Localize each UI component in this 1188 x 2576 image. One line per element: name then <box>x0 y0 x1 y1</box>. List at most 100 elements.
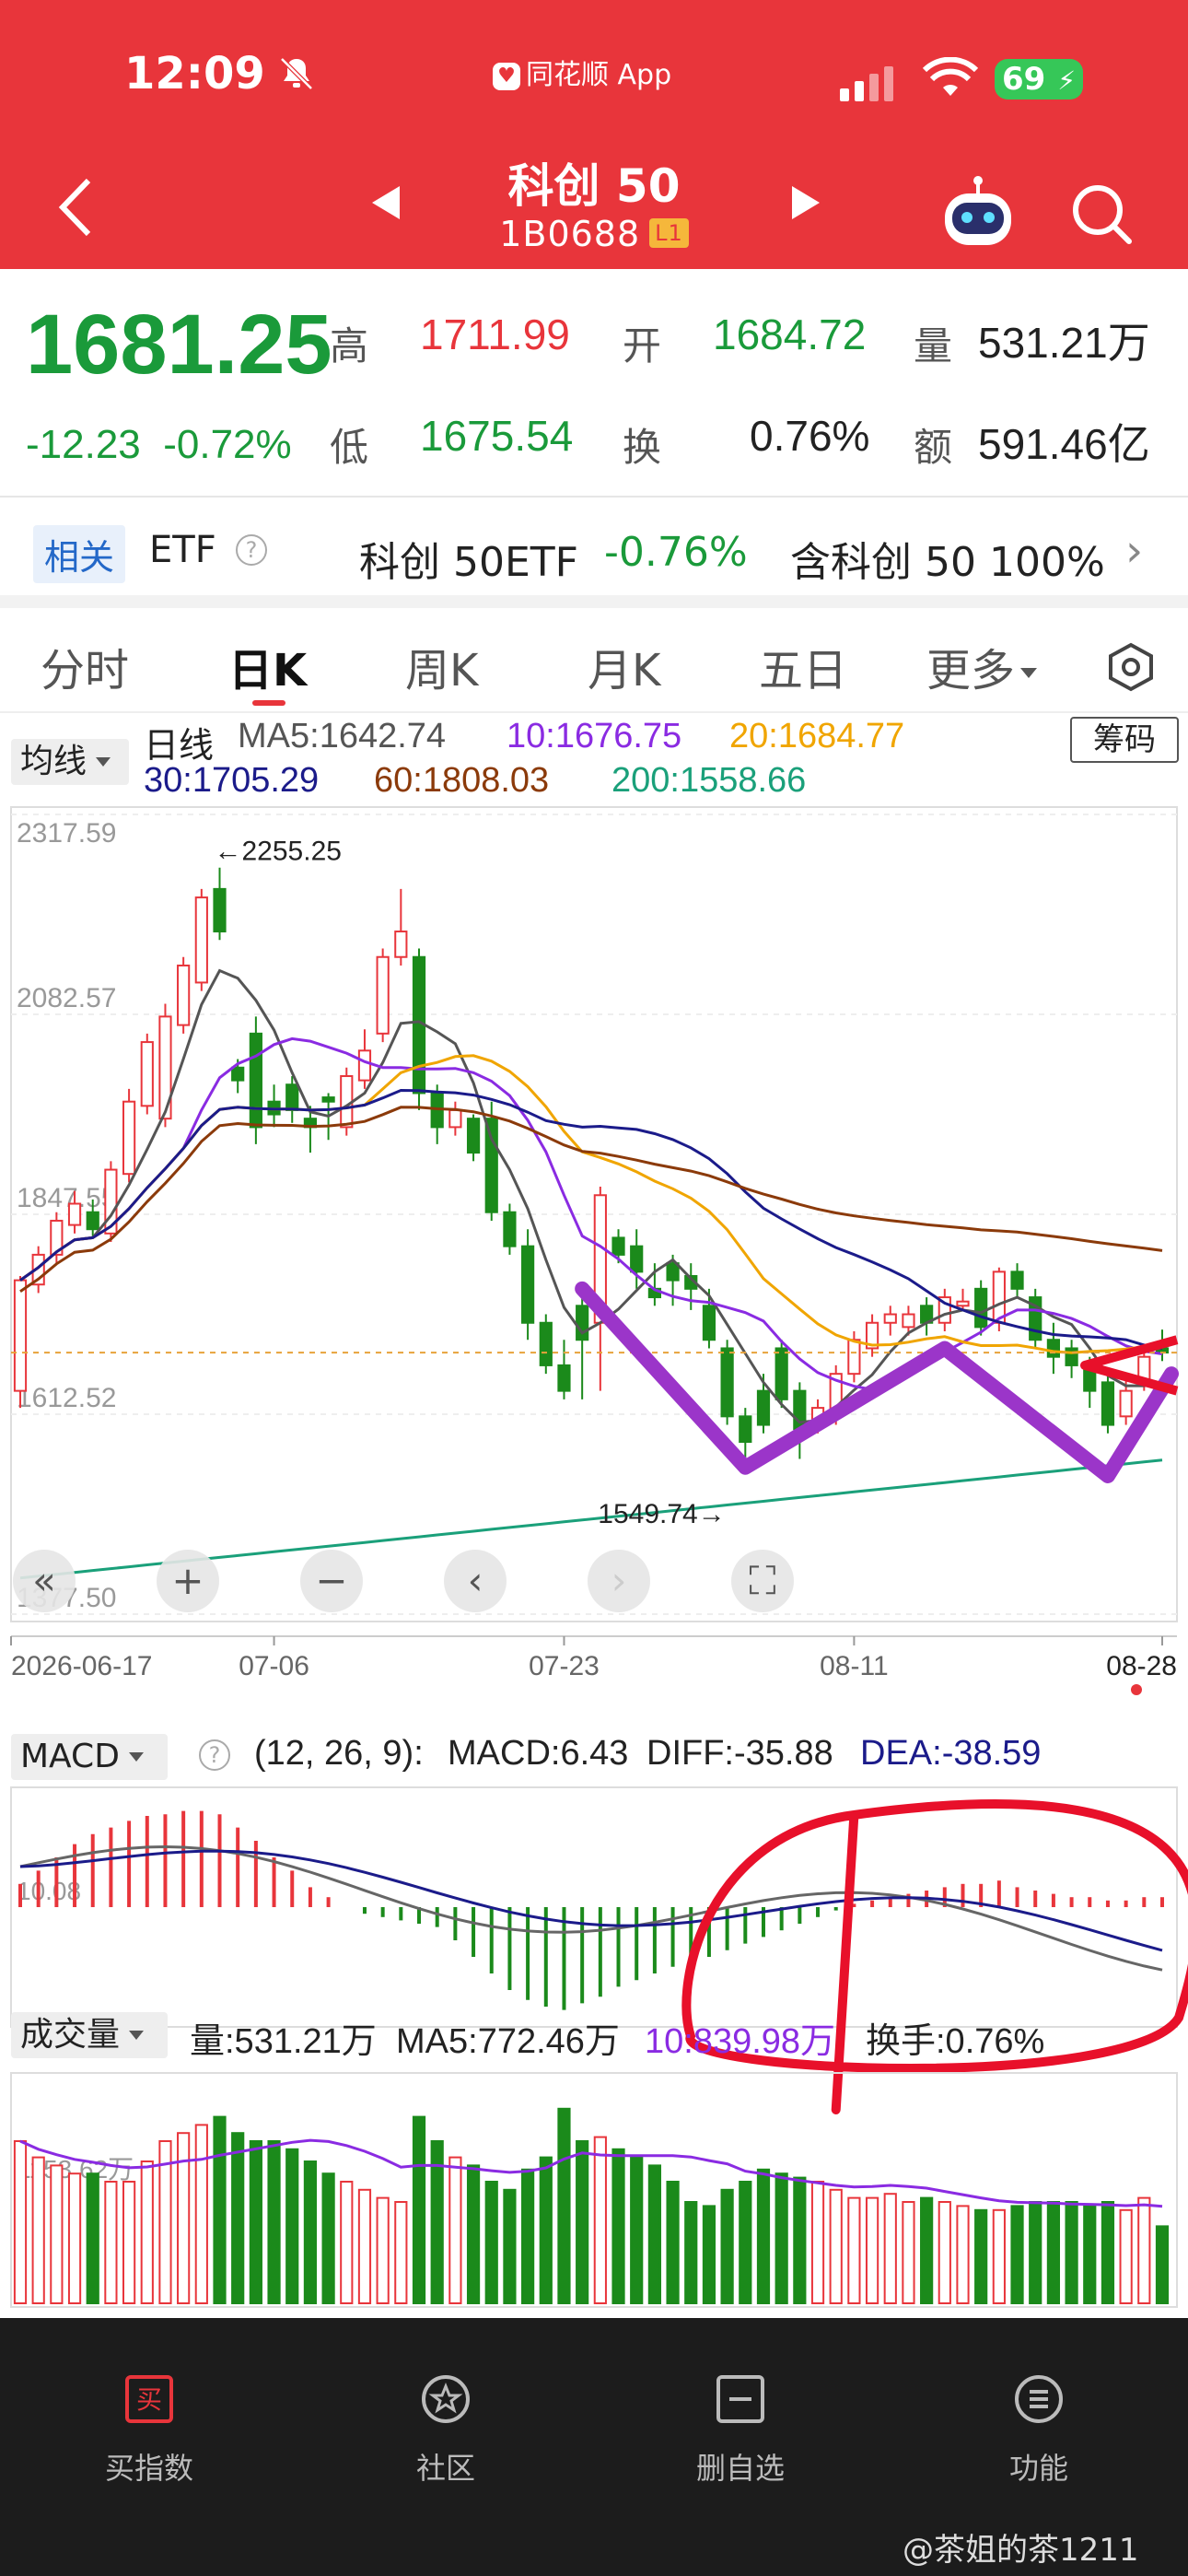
tab-daily-k[interactable]: 日K <box>228 634 307 698</box>
active-tab-indicator <box>252 700 285 706</box>
top-header: 12:09 ♥ 同花顺 App 69 ⚡ 科创 50 1B0688 L1 <box>0 0 1188 269</box>
zoom-in-icon[interactable]: + <box>157 1550 219 1612</box>
zoom-out-icon[interactable]: − <box>300 1550 363 1612</box>
candle-up <box>448 1108 462 1129</box>
volume-bar-down <box>920 2196 934 2304</box>
bottom-buy-index[interactable]: 买 买指数 <box>57 2373 241 2488</box>
volume-bar-up <box>847 2196 861 2304</box>
amount-value: 591.46亿 <box>978 420 1150 468</box>
ma10-value: 10:1676.75 <box>507 717 682 755</box>
ma-select[interactable]: 均线 <box>11 739 129 785</box>
macd-legend: MACD ? (12, 26, 9): MACD:6.43 DIFF:-35.8… <box>0 1721 1188 1795</box>
fullscreen-icon[interactable]: ⛶ <box>731 1550 794 1612</box>
volume-value-legend: 量:531.21万 <box>190 2022 377 2061</box>
volume-turnover: 换手:0.76% <box>866 2022 1045 2061</box>
caret-down-icon <box>96 757 111 767</box>
diff-value: DIFF:-35.88 <box>646 1734 833 1773</box>
candle-down <box>756 1389 771 1426</box>
caret-down-icon <box>128 1752 144 1762</box>
double-left-icon[interactable]: « <box>13 1550 76 1612</box>
volume-bar-up <box>448 2156 462 2304</box>
volume-bar-up <box>104 2181 118 2304</box>
turnover-value: 0.76% <box>750 412 870 460</box>
settings-hex-icon[interactable] <box>1105 641 1157 693</box>
candle-down <box>702 1305 716 1341</box>
tab-weekly-k[interactable]: 周K <box>405 634 478 698</box>
volume-bar-down <box>466 2164 481 2305</box>
search-icon[interactable] <box>1068 181 1133 245</box>
remove-icon <box>716 2375 764 2423</box>
candle-down <box>974 1287 988 1329</box>
bottom-remove-watchlist[interactable]: 删自选 <box>648 2373 833 2488</box>
ma60-value: 60:1808.03 <box>374 761 550 800</box>
pan-right-icon[interactable]: › <box>588 1550 650 1612</box>
help-icon[interactable]: ? <box>236 534 267 566</box>
macd-select[interactable]: MACD <box>11 1734 168 1780</box>
svg-text:«: « <box>32 1558 56 1603</box>
volume-bar-down <box>1083 2205 1097 2305</box>
candle-down <box>231 1066 245 1082</box>
candle-down <box>775 1347 788 1400</box>
volume-bar-down <box>557 2107 571 2305</box>
candle-down <box>466 1118 481 1154</box>
caret-down-icon <box>129 2031 145 2040</box>
x-tick-label: 08-28 <box>1106 1651 1177 1681</box>
macd-help-icon[interactable]: ? <box>199 1739 230 1771</box>
volume-bar-up <box>883 2193 897 2304</box>
high-annotation: ←2255.25 <box>215 837 342 867</box>
tab-monthly-k[interactable]: 月K <box>588 634 660 698</box>
related-etf-bar[interactable]: 相关 ETF ? 科创 50ETF -0.76% 含科创 50 100% › <box>0 498 1188 608</box>
kline-chart[interactable]: 2317.592082.571847.551612.521377.50←2255… <box>0 802 1188 2313</box>
high-label: 高 <box>330 323 369 369</box>
tab-five-day[interactable]: 五日 <box>759 634 847 698</box>
volume-ma10: 10:839.98万 <box>645 2022 836 2061</box>
community-icon <box>422 2375 470 2423</box>
volume-bar-down <box>285 2148 299 2305</box>
candle-down <box>521 1245 535 1324</box>
volume-bar-down <box>1029 2201 1042 2304</box>
robot-assistant-icon[interactable] <box>939 175 1017 252</box>
volume-bar-down <box>1010 2205 1024 2305</box>
volume-bar-up <box>376 2196 390 2304</box>
volume-label: 量 <box>914 323 953 369</box>
volume-bar-down <box>720 2188 734 2305</box>
bottom-community[interactable]: 社区 <box>354 2373 538 2488</box>
volume-bar-down <box>249 2140 262 2304</box>
volume-bar-down <box>484 2181 498 2304</box>
status-time: 12:09 <box>124 48 265 100</box>
volume-bar-up <box>31 2156 45 2304</box>
candle-down <box>1065 1347 1078 1366</box>
candle-down <box>720 1347 734 1418</box>
volume-bar-up <box>194 2124 208 2305</box>
buy-icon: 买 <box>125 2375 173 2423</box>
volume-legend: 成交量 量:531.21万 MA5:772.46万 10:839.98万 换手:… <box>0 1999 1188 2073</box>
svg-text:⛶: ⛶ <box>749 1558 775 1603</box>
volume-bar-down <box>86 2172 99 2304</box>
tab-more[interactable]: 更多 <box>926 634 1038 698</box>
volume-bar-down <box>666 2181 680 2304</box>
candle-up <box>992 1270 1006 1324</box>
ma5-line <box>19 968 1163 1424</box>
bottom-functions[interactable]: 功能 <box>947 2373 1131 2488</box>
dea-value: DEA:-38.59 <box>860 1734 1042 1773</box>
volume-bar-up <box>122 2181 136 2304</box>
watermark-text: @茶姐的茶1211 <box>903 2532 1139 2569</box>
app-heart-icon: ♥ <box>493 62 520 90</box>
volume-ma5: MA5:772.46万 <box>396 2022 620 2061</box>
chip-distribution-button[interactable]: 筹码 <box>1070 717 1179 763</box>
next-stock-icon[interactable] <box>792 186 820 219</box>
low-annotation: 1549.74→ <box>598 1499 725 1529</box>
chevron-right-icon[interactable]: › <box>1125 525 1143 577</box>
volume-select[interactable]: 成交量 <box>11 2012 168 2058</box>
tab-intraday[interactable]: 分时 <box>41 634 129 698</box>
high-value: 1711.99 <box>420 310 570 358</box>
status-app-label: ♥ 同花顺 App <box>493 52 671 92</box>
candle-down <box>285 1083 299 1111</box>
pan-left-icon[interactable]: ‹ <box>444 1550 507 1612</box>
volume-bar-up <box>810 2181 825 2304</box>
volume-bar-down <box>630 2156 644 2304</box>
volume-bar-down <box>412 2115 426 2304</box>
candle-down <box>249 1032 262 1129</box>
x-tick-label: 07-23 <box>529 1651 600 1681</box>
x-tick-label: 07-06 <box>239 1651 309 1681</box>
